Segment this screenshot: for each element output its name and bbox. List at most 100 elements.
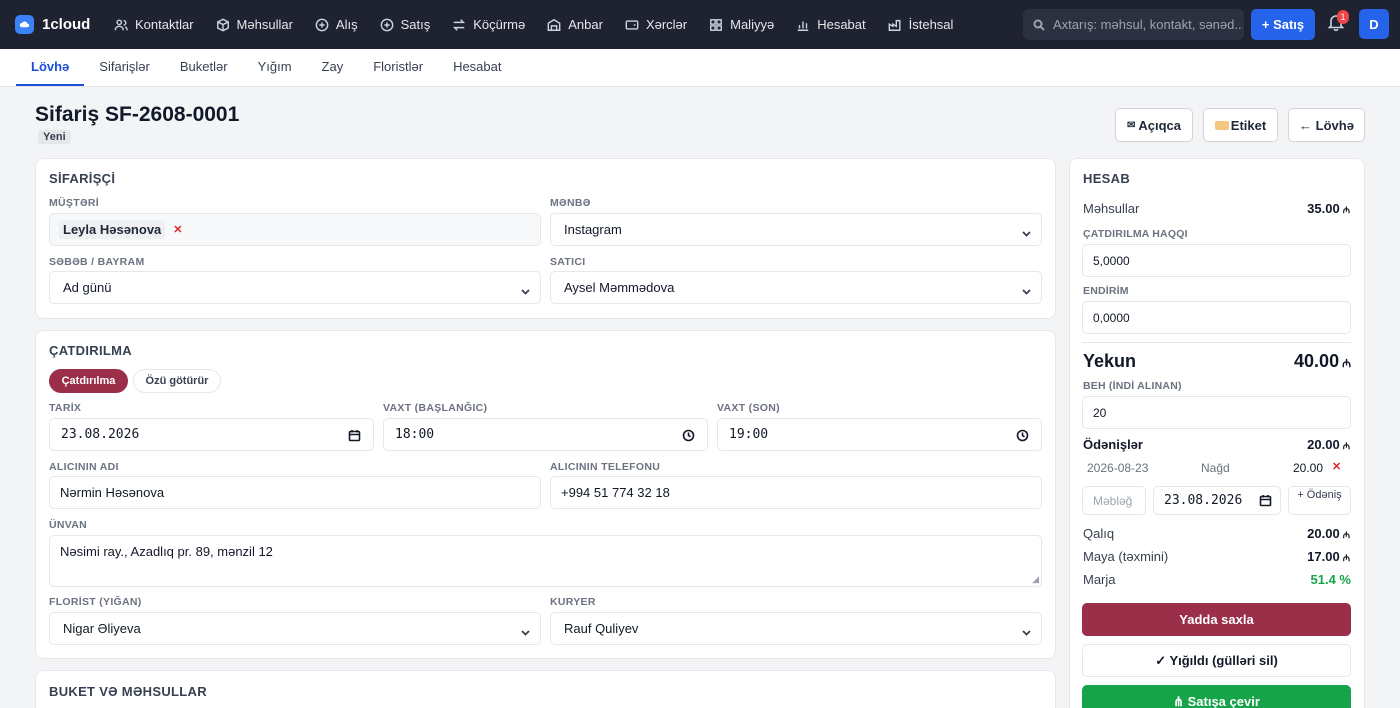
- tab-lovhe[interactable]: Lövhə: [16, 50, 85, 86]
- app-logo[interactable]: 1cloud: [15, 15, 103, 34]
- prepay-input[interactable]: 20: [1082, 396, 1351, 429]
- nav-alis[interactable]: Alış: [304, 0, 369, 49]
- manat-icon: ₼: [1342, 530, 1350, 540]
- margin-value: 51.4 %: [1310, 572, 1351, 587]
- recipient-phone-label: ALICININ TELEFONU: [550, 461, 661, 473]
- recipient-phone-input[interactable]: +994 51 774 32 18: [550, 476, 1042, 509]
- tab-yigim[interactable]: Yığım: [243, 49, 307, 85]
- status-badge: Yeni: [38, 130, 71, 144]
- address-textarea[interactable]: Nəsimi ray., Azadlıq pr. 89, mənzil 12 ◢: [49, 535, 1042, 587]
- nav-satis[interactable]: Satış: [369, 0, 442, 49]
- manat-icon: ₼: [1342, 553, 1350, 563]
- clock-icon[interactable]: [1016, 429, 1029, 442]
- warehouse-icon: [547, 18, 561, 31]
- calendar-icon[interactable]: [1259, 494, 1272, 507]
- florist-select[interactable]: Nigar Əliyeva: [49, 612, 541, 645]
- divider: [1082, 342, 1351, 343]
- resize-handle-icon[interactable]: ◢: [1032, 574, 1039, 585]
- bar-chart-icon: [797, 21, 809, 31]
- search-box[interactable]: [1023, 9, 1244, 40]
- time-end-label: VAXT (SON): [717, 402, 780, 414]
- wallet-icon: [625, 19, 639, 30]
- box-icon: [216, 18, 229, 31]
- plus-circle-icon: [380, 18, 393, 31]
- delivery-fee-input[interactable]: 5,0000: [1082, 244, 1351, 277]
- tab-zay[interactable]: Zay: [307, 49, 359, 85]
- payment-date-input[interactable]: 23.08.2026: [1153, 486, 1281, 515]
- search-input[interactable]: [1053, 17, 1243, 32]
- products-label: Məhsullar: [1083, 201, 1140, 216]
- back-to-board-button[interactable]: ← Lövhə: [1288, 108, 1365, 142]
- seller-label: SATICI: [550, 256, 586, 268]
- customer-field[interactable]: Leyla Həsənova ✕: [49, 213, 541, 246]
- discount-label: ENDİRİM: [1083, 285, 1129, 297]
- seller-select[interactable]: Aysel Məmmədova: [550, 271, 1042, 304]
- mode-pickup-toggle[interactable]: Özü götürür: [133, 369, 221, 393]
- users-icon: [114, 18, 128, 30]
- chevron-down-icon: [521, 625, 530, 636]
- recipient-name-label: ALICININ ADI: [49, 461, 119, 473]
- open-card-button[interactable]: ✉ Açıqca: [1115, 108, 1193, 142]
- page-title: Sifariş SF-2608-0001: [35, 103, 240, 126]
- nav-anbar[interactable]: Anbar: [536, 0, 614, 49]
- nav-hesabat[interactable]: Hesabat: [785, 0, 876, 49]
- plus-circle-icon: [315, 18, 329, 31]
- new-sale-button[interactable]: + Satış: [1251, 9, 1315, 40]
- date-input[interactable]: 23.08.2026: [49, 418, 374, 451]
- chevron-down-icon: [1022, 625, 1031, 636]
- nav-xercler[interactable]: Xərclər: [614, 0, 698, 49]
- factory-icon: [888, 19, 901, 31]
- summary-title: HESAB: [1083, 171, 1131, 186]
- tab-buketler[interactable]: Buketlər: [165, 49, 243, 85]
- manat-icon: ₼: [1342, 205, 1350, 215]
- label-button[interactable]: Etiket: [1203, 108, 1278, 142]
- delivery-fee-label: ÇATDIRILMA HAQQI: [1083, 228, 1188, 240]
- time-end-input[interactable]: 19:00: [717, 418, 1042, 451]
- nav-kocurme[interactable]: Köçürmə: [441, 0, 536, 49]
- notification-badge: 1: [1337, 10, 1349, 24]
- save-button[interactable]: Yadda saxla: [1082, 603, 1351, 636]
- user-avatar[interactable]: D: [1359, 9, 1389, 39]
- sub-nav: Lövhə Sifarişlər Buketlər Yığım Zay Flor…: [0, 49, 1400, 87]
- clock-icon[interactable]: [682, 429, 695, 442]
- bouquet-title: BUKET VƏ MƏHSULLAR: [49, 684, 207, 699]
- nav-istehsal[interactable]: İstehsal: [877, 0, 965, 49]
- nav-maliyye[interactable]: Maliyyə: [698, 0, 785, 49]
- nav-kontaktlar[interactable]: Kontaktlar: [103, 0, 205, 49]
- delete-payment-icon[interactable]: ✕: [1332, 460, 1341, 473]
- reason-label: SƏBƏB / BAYRAM: [49, 256, 145, 268]
- total-value: 40.00 ₼: [1294, 351, 1351, 371]
- prepay-label: BEH (İNDİ ALINAN): [1083, 380, 1182, 392]
- payment-amount: 20.00: [1293, 461, 1324, 475]
- margin-label: Marja: [1083, 572, 1116, 587]
- payment-amount-input[interactable]: Məbləğ: [1082, 486, 1146, 515]
- reason-select[interactable]: Ad günü: [49, 271, 541, 304]
- mode-delivery-toggle[interactable]: Çatdırılma: [49, 369, 128, 393]
- calendar-icon[interactable]: [348, 429, 361, 442]
- delivery-title: ÇATDIRILMA: [49, 343, 132, 358]
- date-label: TARİX: [49, 402, 82, 414]
- discount-input[interactable]: 0,0000: [1082, 301, 1351, 334]
- time-start-input[interactable]: 18:00: [383, 418, 708, 451]
- tab-sifarisler[interactable]: Sifarişlər: [84, 49, 165, 85]
- cost-value: 17.00 ₼: [1307, 549, 1350, 564]
- source-select[interactable]: Instagram: [550, 213, 1042, 246]
- remove-customer-icon[interactable]: ✕: [173, 223, 182, 236]
- tab-hesabat[interactable]: Hesabat: [438, 49, 516, 85]
- nav-mehsullar[interactable]: Məhsullar: [205, 0, 304, 49]
- convert-to-sale-button[interactable]: ⋔ Satışa çevir: [1082, 685, 1351, 708]
- orderer-title: SİFARİŞÇİ: [49, 171, 116, 186]
- cost-label: Maya (təxmini): [1083, 549, 1169, 564]
- tab-floristler[interactable]: Floristlər: [358, 49, 438, 85]
- recipient-name-input[interactable]: Nərmin Həsənova: [49, 476, 541, 509]
- add-payment-button[interactable]: + Ödəniş: [1288, 486, 1351, 515]
- total-label: Yekun: [1083, 351, 1137, 371]
- tag-icon: [1214, 120, 1229, 130]
- payment-date: 2026-08-23: [1087, 461, 1149, 475]
- manat-icon: ₼: [1342, 358, 1351, 370]
- florist-label: FLORİST (YIĞAN): [49, 596, 142, 608]
- manat-icon: ₼: [1342, 441, 1350, 451]
- courier-select[interactable]: Rauf Quliyev: [550, 612, 1042, 645]
- search-icon: [1033, 19, 1045, 31]
- mark-assembled-button[interactable]: ✓ Yığıldı (gülləri sil): [1082, 644, 1351, 677]
